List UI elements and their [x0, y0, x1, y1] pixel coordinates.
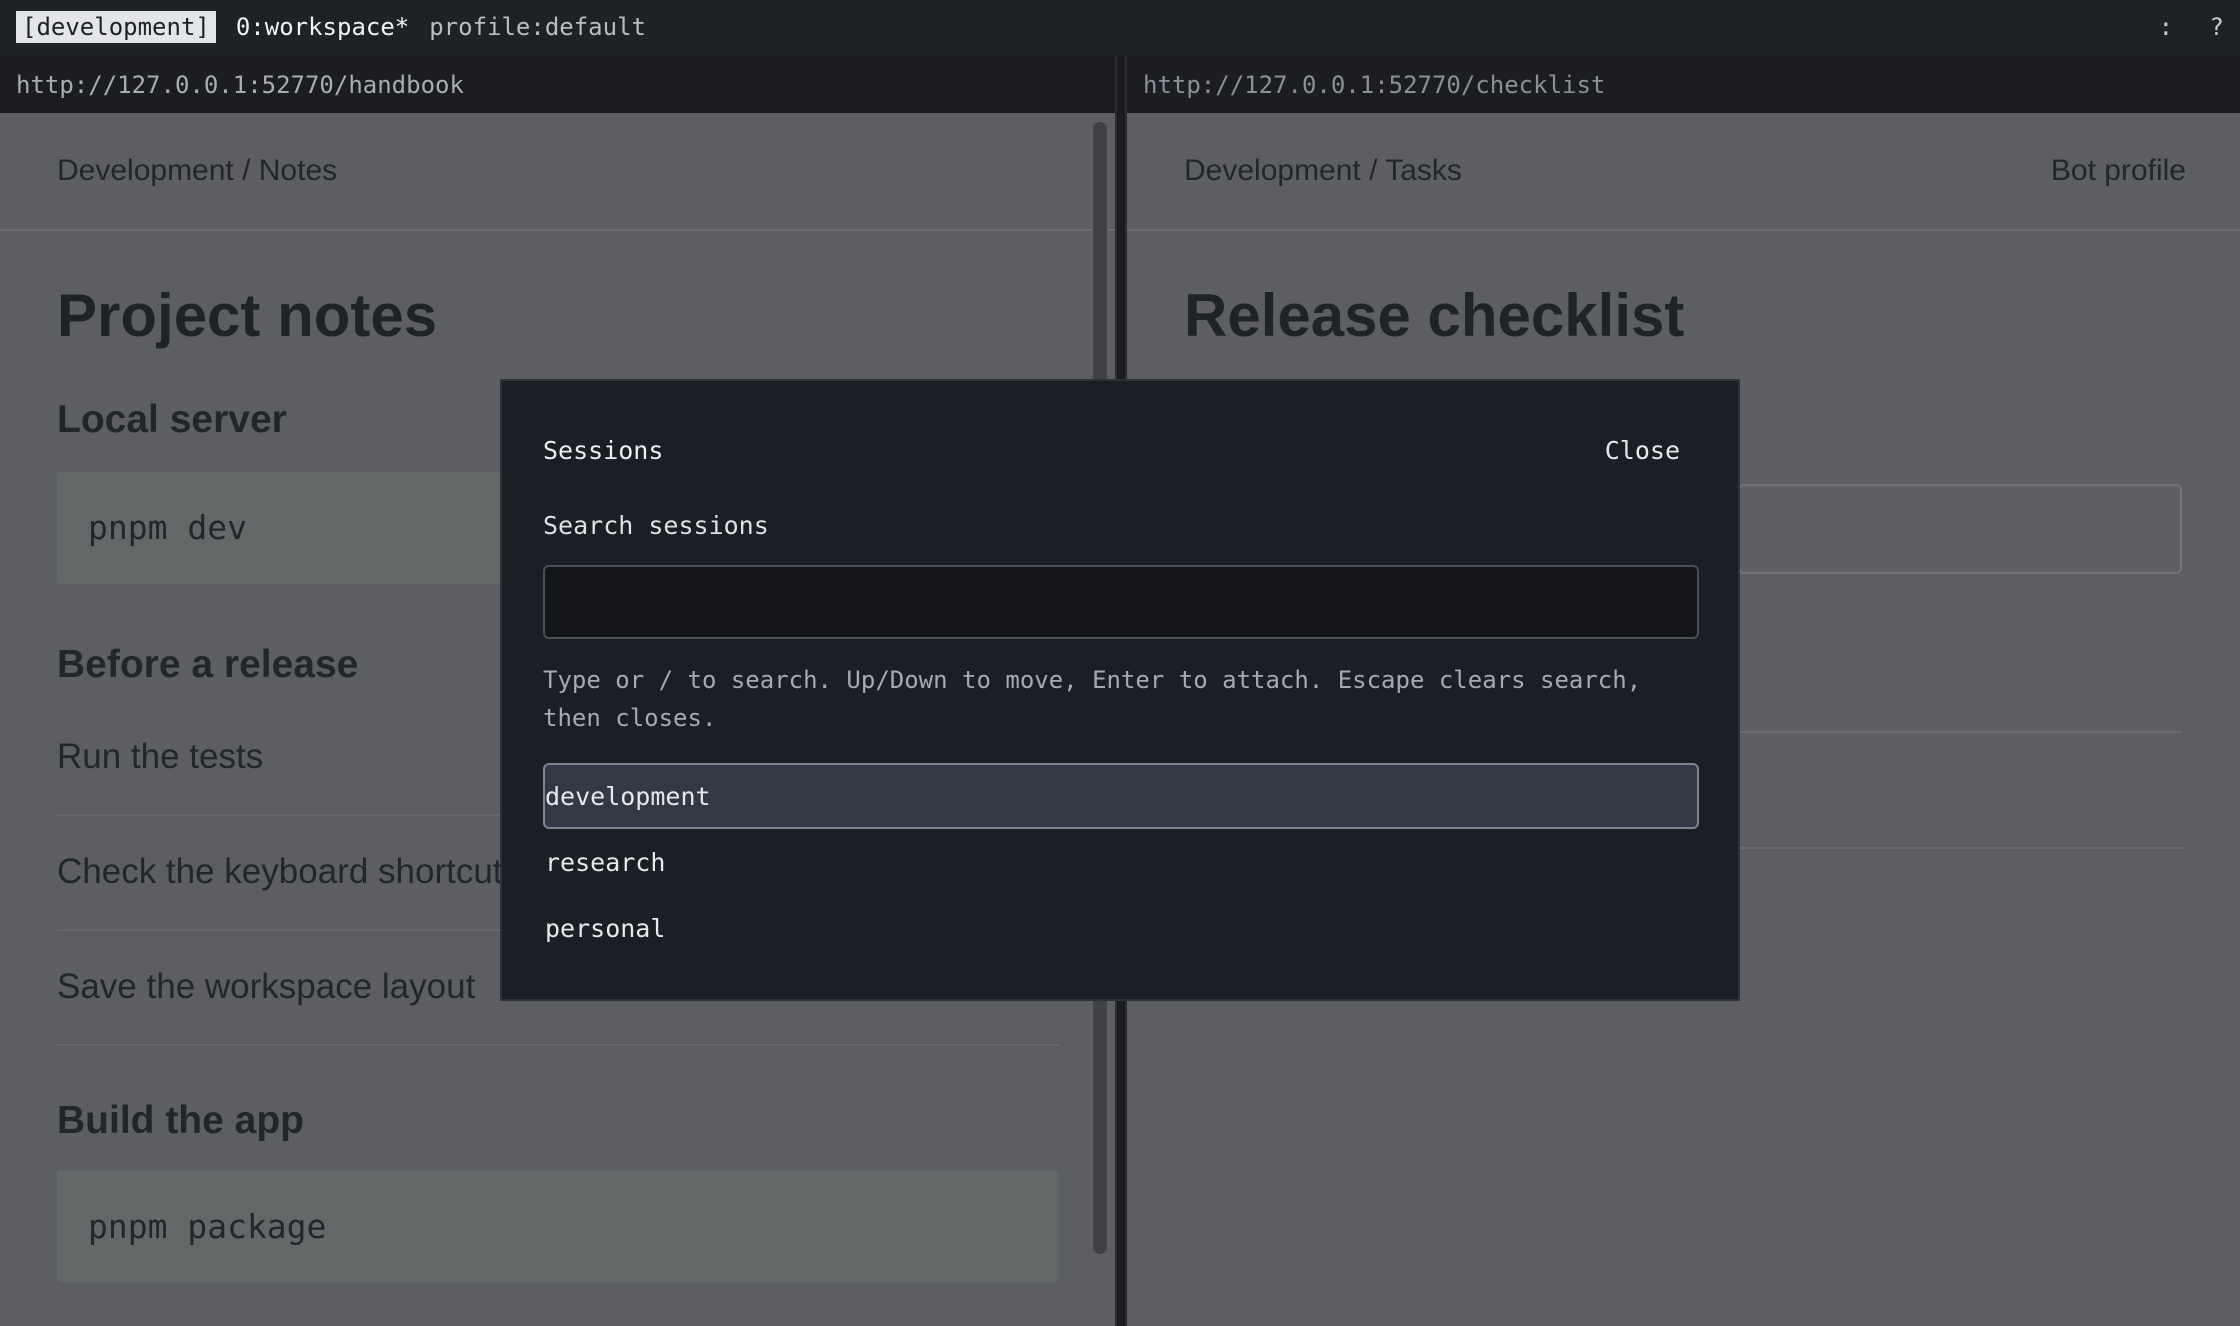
- session-item-personal[interactable]: personal: [543, 895, 1699, 961]
- command-prompt-button[interactable]: :: [2159, 13, 2173, 41]
- checklist-input[interactable]: [1738, 484, 2182, 574]
- status-session-name: [development]: [16, 11, 216, 43]
- right-page-title: Release checklist: [1184, 282, 1685, 349]
- checklist-divider: [1738, 731, 2182, 733]
- left-page-header: Development / Notes: [0, 113, 1115, 231]
- right-url-bar[interactable]: http://127.0.0.1:52770/checklist: [1127, 56, 2240, 113]
- left-breadcrumb[interactable]: Development / Notes: [57, 154, 337, 188]
- bot-profile-link[interactable]: Bot profile: [2051, 154, 2186, 188]
- dialog-title: Sessions: [543, 436, 664, 465]
- session-item-development[interactable]: development: [543, 763, 1699, 829]
- help-button[interactable]: ?: [2210, 13, 2224, 41]
- search-sessions-input[interactable]: [543, 565, 1699, 639]
- section-build: Build the app: [57, 1098, 304, 1142]
- status-right-controls: : ?: [2137, 13, 2224, 41]
- session-item-research[interactable]: research: [543, 829, 1699, 895]
- help-text: Type or / to search. Up/Down to move, En…: [543, 666, 1642, 732]
- session-list: development research personal: [543, 763, 1699, 961]
- close-button[interactable]: Close: [1605, 436, 1680, 465]
- code-block-package: pnpm package: [57, 1170, 1059, 1283]
- status-window-name[interactable]: 0:workspace*: [236, 13, 409, 41]
- left-url-bar[interactable]: http://127.0.0.1:52770/handbook: [0, 56, 1115, 113]
- sessions-dialog: Sessions Close Search sessions Type or /…: [500, 379, 1740, 1001]
- search-label: Search sessions: [543, 511, 769, 540]
- right-breadcrumb[interactable]: Development / Tasks: [1184, 154, 1462, 188]
- right-page-body: Release checklist: [1127, 283, 2240, 349]
- tmux-status-bar: [development] 0:workspace* profile:defau…: [0, 0, 2240, 54]
- status-profile: profile:default: [429, 13, 646, 41]
- checklist-divider: [1738, 847, 2182, 849]
- right-page-header: Development / Tasks Bot profile: [1127, 113, 2240, 231]
- left-page-title: Project notes: [57, 282, 438, 349]
